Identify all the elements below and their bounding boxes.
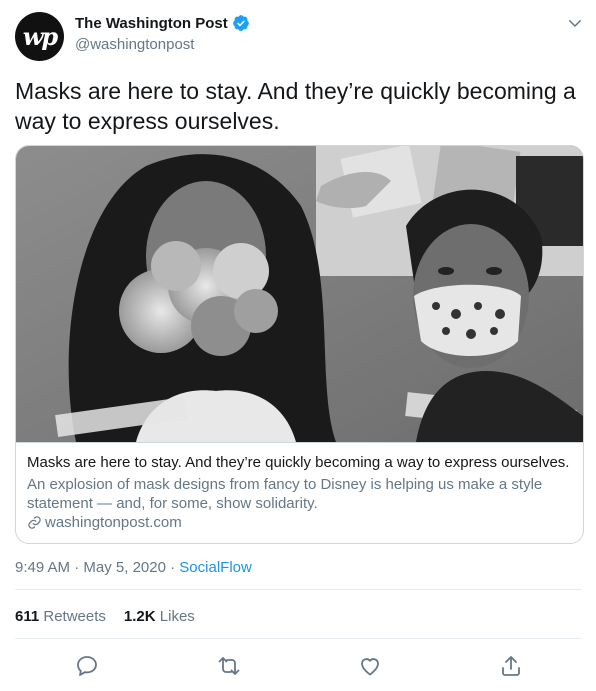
author-handle[interactable]: @washingtonpost [75, 36, 194, 53]
tweet-actions [15, 654, 581, 680]
avatar-logo-text: wp [22, 22, 58, 51]
retweets-stat[interactable]: 611 Retweets [15, 608, 106, 625]
tweet-stats: 611 Retweets 1.2K Likes [15, 608, 195, 625]
divider [15, 638, 581, 639]
link-icon [28, 516, 41, 529]
reply-icon[interactable] [75, 654, 99, 678]
author-name-text: The Washington Post [75, 14, 228, 32]
link-card[interactable]: Masks are here to stay. And they’re quic… [15, 145, 584, 544]
tweet-date[interactable]: May 5, 2020 [83, 559, 166, 576]
card-domain-text: washingtonpost.com [45, 514, 182, 531]
chevron-down-icon[interactable] [566, 14, 584, 32]
tweet-time[interactable]: 9:49 AM [15, 559, 70, 576]
author-avatar[interactable]: wp [15, 12, 64, 61]
likes-label: Likes [159, 608, 195, 625]
card-image [16, 146, 583, 442]
retweet-icon[interactable] [217, 654, 241, 678]
divider [15, 589, 581, 590]
retweets-label: Retweets [43, 608, 106, 625]
meta-separator: · [74, 559, 80, 576]
tweet-meta: 9:49 AM · May 5, 2020 · SocialFlow [15, 559, 252, 576]
card-description: An explosion of mask designs from fancy … [27, 476, 543, 512]
author-name[interactable]: The Washington Post [75, 14, 250, 32]
card-body[interactable]: Masks are here to stay. And they’re quic… [16, 442, 583, 531]
tweet-source-link[interactable]: SocialFlow [179, 559, 252, 576]
verified-badge-icon [232, 15, 249, 31]
meta-separator: · [170, 559, 176, 576]
heart-icon[interactable] [358, 654, 382, 678]
card-domain: washingtonpost.com [27, 514, 182, 531]
likes-count: 1.2K [123, 608, 156, 625]
share-icon[interactable] [499, 654, 523, 678]
tweet-text: Masks are here to stay. And they’re quic… [15, 78, 576, 134]
likes-stat[interactable]: 1.2K Likes [124, 608, 195, 625]
card-title: Masks are here to stay. And they’re quic… [27, 454, 570, 471]
retweets-count: 611 [15, 608, 40, 625]
